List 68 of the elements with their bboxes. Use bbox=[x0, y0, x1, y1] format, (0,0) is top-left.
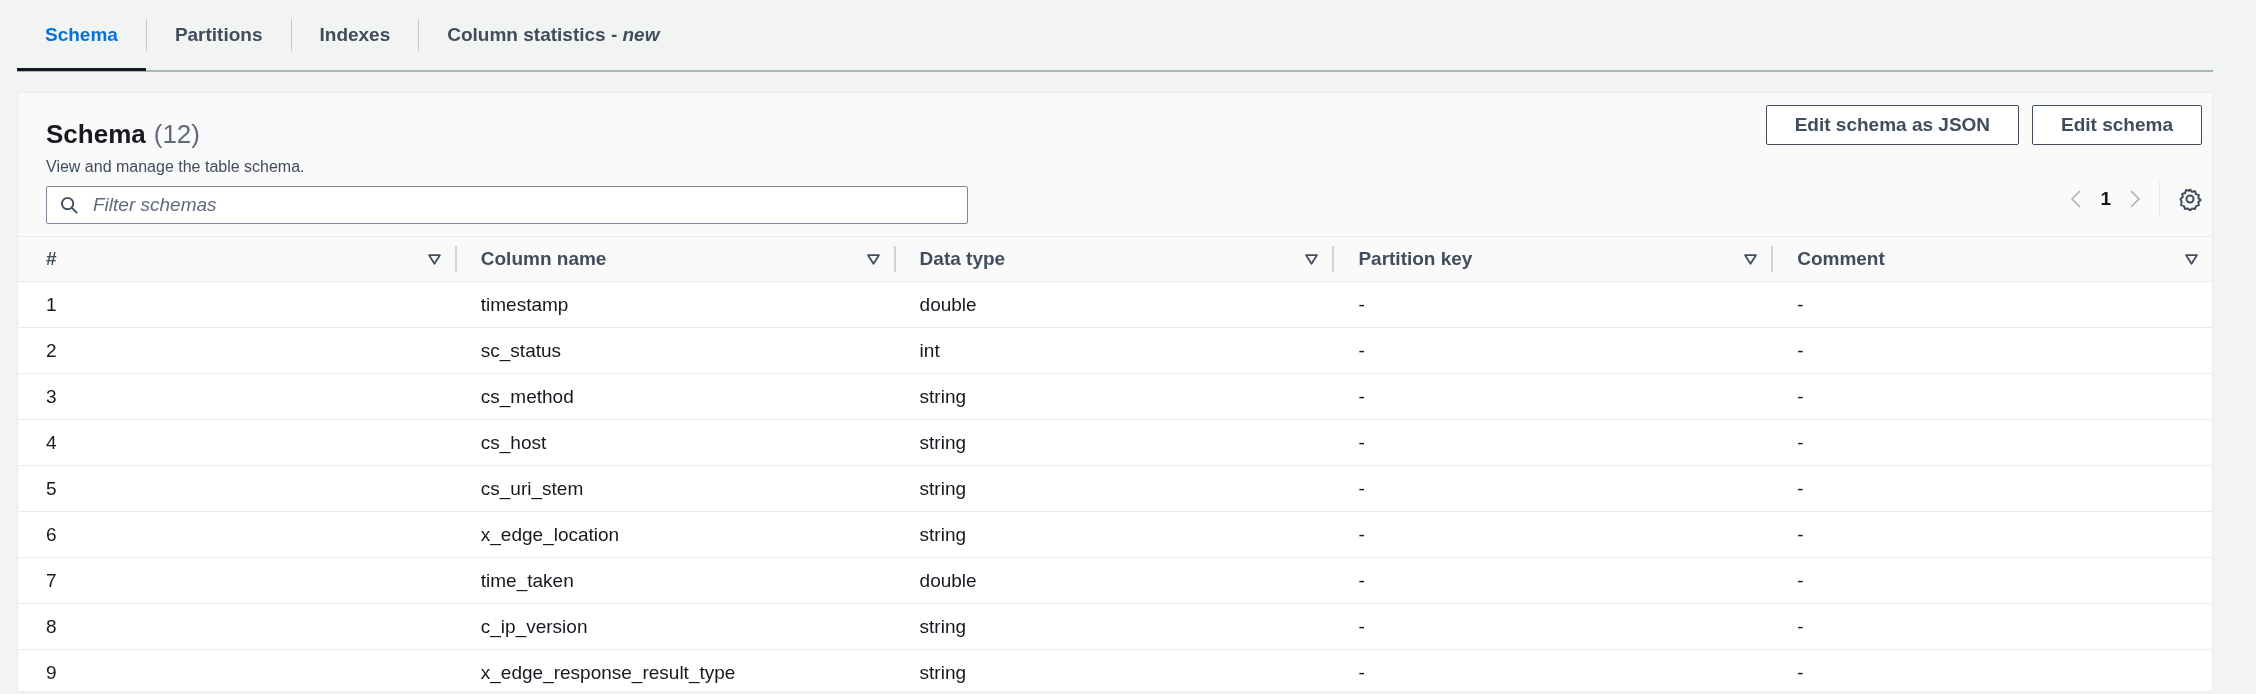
table-cell: x_edge_response_result_type bbox=[480, 661, 736, 683]
table-cell: double bbox=[919, 569, 977, 591]
edit-button[interactable]: Edit schema as JSON bbox=[1765, 105, 2020, 145]
table-cell: cs_host bbox=[480, 431, 547, 453]
table-cell: 7 bbox=[46, 569, 57, 591]
table-cell: - bbox=[1797, 615, 1804, 637]
table-cell: 5 bbox=[46, 477, 57, 499]
column-header[interactable]: Comment bbox=[1797, 248, 1885, 270]
table-cell: 1 bbox=[46, 293, 57, 315]
edit-button[interactable]: Edit schema bbox=[2032, 105, 2202, 145]
column-header[interactable]: # bbox=[46, 248, 57, 270]
table-cell: 8 bbox=[46, 615, 57, 637]
tab[interactable]: Schema bbox=[17, 1, 146, 71]
table-cell: 6 bbox=[46, 523, 57, 545]
table-cell: - bbox=[1797, 661, 1804, 683]
table-cell: string bbox=[919, 523, 967, 545]
table-cell: - bbox=[1358, 523, 1365, 545]
table-cell: cs_uri_stem bbox=[480, 477, 584, 499]
table-cell: int bbox=[919, 339, 940, 361]
sort-triangle-icon[interactable] bbox=[1305, 253, 1319, 265]
table-cell: string bbox=[919, 431, 967, 453]
table-cell: 3 bbox=[46, 385, 57, 407]
tab[interactable]: Partitions bbox=[146, 1, 291, 71]
column-header[interactable]: Column name bbox=[480, 248, 607, 270]
sort-triangle-icon[interactable] bbox=[2185, 253, 2198, 265]
table-cell: c_ip_version bbox=[480, 615, 588, 637]
table-cell: time_taken bbox=[480, 569, 574, 591]
table-cell: - bbox=[1358, 431, 1365, 453]
table-cell: x_edge_location bbox=[480, 523, 620, 545]
panel-title: Schema bbox=[46, 119, 146, 150]
table-cell: 2 bbox=[46, 339, 57, 361]
settings-icon[interactable] bbox=[2178, 187, 2202, 211]
table-cell: - bbox=[1358, 385, 1365, 407]
sort-triangle-icon[interactable] bbox=[427, 253, 441, 265]
sort-triangle-icon[interactable] bbox=[866, 253, 880, 265]
table-cell: string bbox=[919, 477, 967, 499]
tab[interactable]: Indexes bbox=[291, 1, 419, 71]
table-cell: string bbox=[919, 661, 967, 683]
page-number[interactable]: 1 bbox=[2100, 188, 2111, 210]
table-cell: - bbox=[1797, 523, 1804, 545]
table-cell: sc_status bbox=[480, 339, 562, 361]
table-cell: - bbox=[1358, 477, 1365, 499]
table-cell: 4 bbox=[46, 431, 57, 453]
table-cell: 9 bbox=[46, 661, 57, 683]
table-cell: timestamp bbox=[480, 293, 569, 315]
table-cell: - bbox=[1797, 293, 1804, 315]
table-cell: - bbox=[1358, 293, 1365, 315]
table-cell: string bbox=[919, 385, 967, 407]
table-cell: - bbox=[1797, 339, 1804, 361]
table-cell: - bbox=[1797, 431, 1804, 453]
table-cell: - bbox=[1358, 615, 1365, 637]
search-field[interactable]: Filter schemas bbox=[46, 186, 968, 224]
table-cell: cs_method bbox=[480, 385, 574, 407]
table-cell: - bbox=[1358, 569, 1365, 591]
table-cell: - bbox=[1797, 385, 1804, 407]
table-cell: - bbox=[1797, 569, 1804, 591]
column-header[interactable]: Data type bbox=[919, 248, 1006, 270]
table-cell: string bbox=[919, 615, 967, 637]
tab[interactable]: Column statistics - new bbox=[419, 1, 688, 71]
table-cell: - bbox=[1797, 477, 1804, 499]
item-count: (12) bbox=[153, 119, 200, 150]
table-cell: double bbox=[919, 293, 977, 315]
panel-description: View and manage the table schema. bbox=[46, 158, 306, 176]
sort-triangle-icon[interactable] bbox=[1744, 253, 1758, 265]
column-header[interactable]: Partition key bbox=[1358, 248, 1473, 270]
table-cell: - bbox=[1358, 339, 1365, 361]
search-icon bbox=[60, 196, 79, 215]
table-cell: - bbox=[1358, 661, 1365, 683]
